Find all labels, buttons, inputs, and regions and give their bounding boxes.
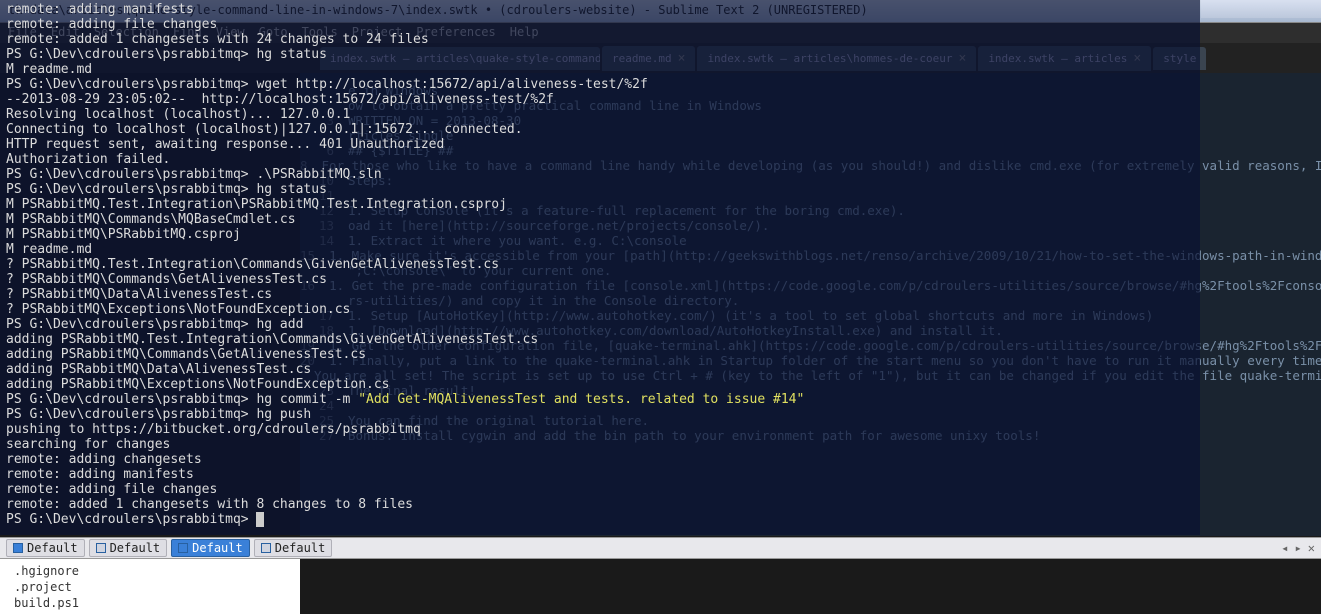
console-line: adding PSRabbitMQ\Data\AlivenessTest.cs	[6, 362, 1194, 377]
status-tab-label: Default	[110, 541, 161, 555]
console-line: adding PSRabbitMQ\Commands\GetAlivenessT…	[6, 347, 1194, 362]
status-tab-icon	[178, 543, 188, 553]
console-line: PS G:\Dev\cdroulers\psrabbitmq>	[6, 512, 1194, 527]
console-line: PS G:\Dev\cdroulers\psrabbitmq> hg statu…	[6, 182, 1194, 197]
console-line: HTTP request sent, awaiting response... …	[6, 137, 1194, 152]
status-tab-label: Default	[27, 541, 78, 555]
console-line: PS G:\Dev\cdroulers\psrabbitmq> .\PSRabb…	[6, 167, 1194, 182]
status-tab-label: Default	[275, 541, 326, 555]
console-line: remote: adding file changes	[6, 17, 1194, 32]
close-icon[interactable]: ✕	[1308, 541, 1315, 555]
sidebar-files[interactable]: .hgignore.projectbuild.ps1	[0, 559, 300, 614]
console-line: ? PSRabbitMQ\Exceptions\NotFoundExceptio…	[6, 302, 1194, 317]
status-tab-icon	[13, 543, 23, 553]
status-tab-3[interactable]: Default	[254, 539, 333, 557]
sidebar-file[interactable]: build.ps1	[14, 595, 286, 611]
status-tab-0[interactable]: Default	[6, 539, 85, 557]
console-line: M readme.md	[6, 242, 1194, 257]
status-tab-icon	[96, 543, 106, 553]
console-line: remote: adding changesets	[6, 452, 1194, 467]
console-overlay[interactable]: remote: adding manifestsremote: adding f…	[0, 0, 1200, 535]
status-tab-icon	[261, 543, 271, 553]
console-line: PS G:\Dev\cdroulers\psrabbitmq> hg push	[6, 407, 1194, 422]
window-buttons[interactable]	[1201, 0, 1321, 18]
console-line: remote: added 1 changesets with 8 change…	[6, 497, 1194, 512]
console-line: adding PSRabbitMQ.Test.Integration\Comma…	[6, 332, 1194, 347]
console-line: PS G:\Dev\cdroulers\psrabbitmq> hg add	[6, 317, 1194, 332]
status-nav-arrows[interactable]: ◂ ▸ ✕	[1281, 541, 1315, 555]
status-tab-1[interactable]: Default	[89, 539, 168, 557]
console-line: remote: adding manifests	[6, 467, 1194, 482]
sidebar-file[interactable]: .hgignore	[14, 563, 286, 579]
arrow-right-icon[interactable]: ▸	[1295, 541, 1302, 555]
console-line: remote: added 1 changesets with 24 chang…	[6, 32, 1194, 47]
console-line: M readme.md	[6, 62, 1194, 77]
console-line: adding PSRabbitMQ\Exceptions\NotFoundExc…	[6, 377, 1194, 392]
console-line: searching for changes	[6, 437, 1194, 452]
status-tab-label: Default	[192, 541, 243, 555]
console-line: ? PSRabbitMQ.Test.Integration\Commands\G…	[6, 257, 1194, 272]
console-line: remote: adding file changes	[6, 482, 1194, 497]
sidebar-file[interactable]: .project	[14, 579, 286, 595]
console-line: Resolving localhost (localhost)... 127.0…	[6, 107, 1194, 122]
console-line: ? PSRabbitMQ\Data\AlivenessTest.cs	[6, 287, 1194, 302]
console-line: --2013-08-29 23:05:02-- http://localhost…	[6, 92, 1194, 107]
arrow-left-icon[interactable]: ◂	[1281, 541, 1288, 555]
console-line: M PSRabbitMQ\Commands\MQBaseCmdlet.cs	[6, 212, 1194, 227]
status-tab-bar: Default Default Default Default ◂ ▸ ✕	[0, 537, 1321, 559]
console-line: PS G:\Dev\cdroulers\psrabbitmq> wget htt…	[6, 77, 1194, 92]
console-line: ? PSRabbitMQ\Commands\GetAlivenessTest.c…	[6, 272, 1194, 287]
console-line: pushing to https://bitbucket.org/cdroule…	[6, 422, 1194, 437]
console-line: M PSRabbitMQ.Test.Integration\PSRabbitMQ…	[6, 197, 1194, 212]
console-line: PS G:\Dev\cdroulers\psrabbitmq> hg commi…	[6, 392, 1194, 407]
console-line: remote: adding manifests	[6, 2, 1194, 17]
console-line: M PSRabbitMQ\PSRabbitMQ.csproj	[6, 227, 1194, 242]
console-line: Authorization failed.	[6, 152, 1194, 167]
console-line: Connecting to localhost (localhost)|127.…	[6, 122, 1194, 137]
console-line: PS G:\Dev\cdroulers\psrabbitmq> hg statu…	[6, 47, 1194, 62]
bottom-dark-panel	[300, 559, 1321, 614]
status-tab-2[interactable]: Default	[171, 539, 250, 557]
